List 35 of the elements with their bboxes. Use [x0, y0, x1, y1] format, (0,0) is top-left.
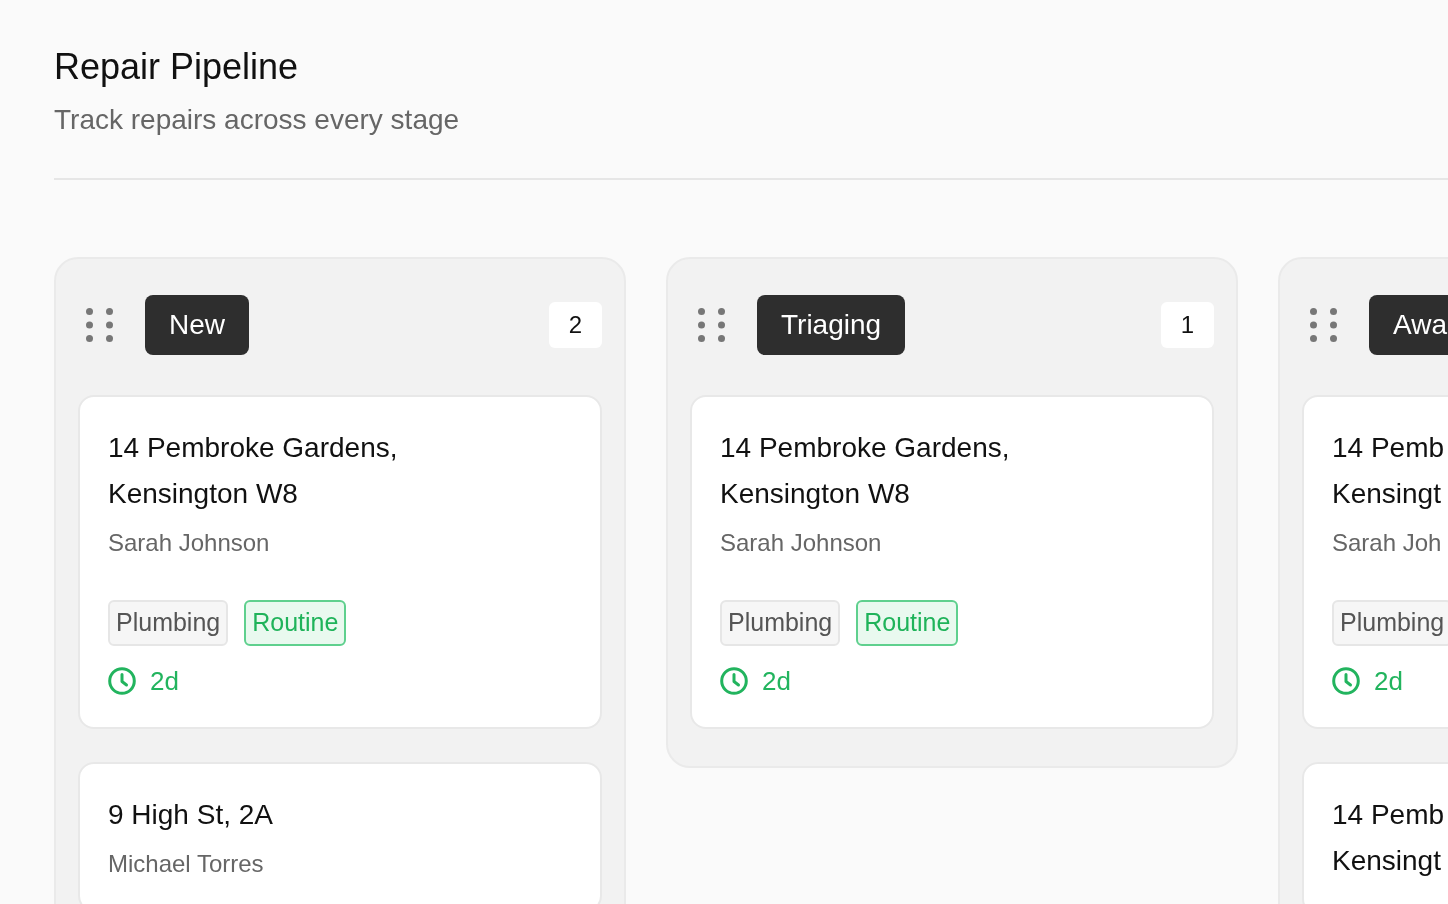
contact-name: Sarah Johnson: [720, 528, 882, 558]
drag-handle-icon[interactable]: [1310, 308, 1337, 342]
contact-name: Sarah Joh: [1332, 528, 1442, 558]
card-address: 14 Pembroke Gardens, Kensington W8: [108, 431, 398, 511]
card-address: 14 Pemb Kensingt: [1332, 798, 1445, 878]
contact-name: Sarah Johnson: [108, 528, 270, 558]
card-count: 2: [549, 302, 602, 348]
page-subtitle: Track repairs across every stage: [54, 103, 460, 137]
clock-icon: [108, 667, 136, 695]
age-text: 2d: [762, 664, 791, 698]
card-address: 14 Pembroke Gardens, Kensington W8: [720, 431, 1010, 511]
category-tag: Plumbing: [1332, 600, 1448, 646]
category-tag: Plumbing: [108, 600, 229, 646]
stage-label: Triaging: [757, 295, 906, 355]
repair-card[interactable]: 9 High St, 2A Michael Torres: [78, 762, 602, 904]
category-tag: Plumbing: [720, 600, 841, 646]
repair-card[interactable]: 14 Pembroke Gardens, Kensington W8 Sarah Johnson Plumbing Routine 2d: [78, 395, 602, 729]
clock-icon: [1332, 667, 1360, 695]
contact-name: Michael Torres: [108, 849, 264, 879]
page-title: Repair Pipeline: [54, 45, 299, 89]
card-count: 1: [1161, 302, 1214, 348]
drag-handle-icon[interactable]: [698, 308, 725, 342]
priority-tag: Routine: [244, 600, 347, 646]
repair-card[interactable]: 14 Pemb Kensingt Sarah Joh Plumbing 2d: [1302, 395, 1448, 729]
card-address: 14 Pemb Kensingt: [1332, 431, 1445, 511]
age-text: 2d: [150, 664, 179, 698]
repair-card[interactable]: 14 Pembroke Gardens, Kensington W8 Sarah Johnson Plumbing Routine 2d: [690, 395, 1214, 729]
age-text: 2d: [1374, 664, 1403, 698]
priority-tag: Routine: [856, 600, 959, 646]
clock-icon: [720, 667, 748, 695]
stage-label: Awa: [1369, 295, 1448, 355]
stage-label: New: [145, 295, 249, 355]
card-address: 9 High St, 2A: [108, 798, 273, 832]
drag-handle-icon[interactable]: [86, 308, 113, 342]
repair-card[interactable]: 14 Pemb Kensingt: [1302, 762, 1448, 904]
